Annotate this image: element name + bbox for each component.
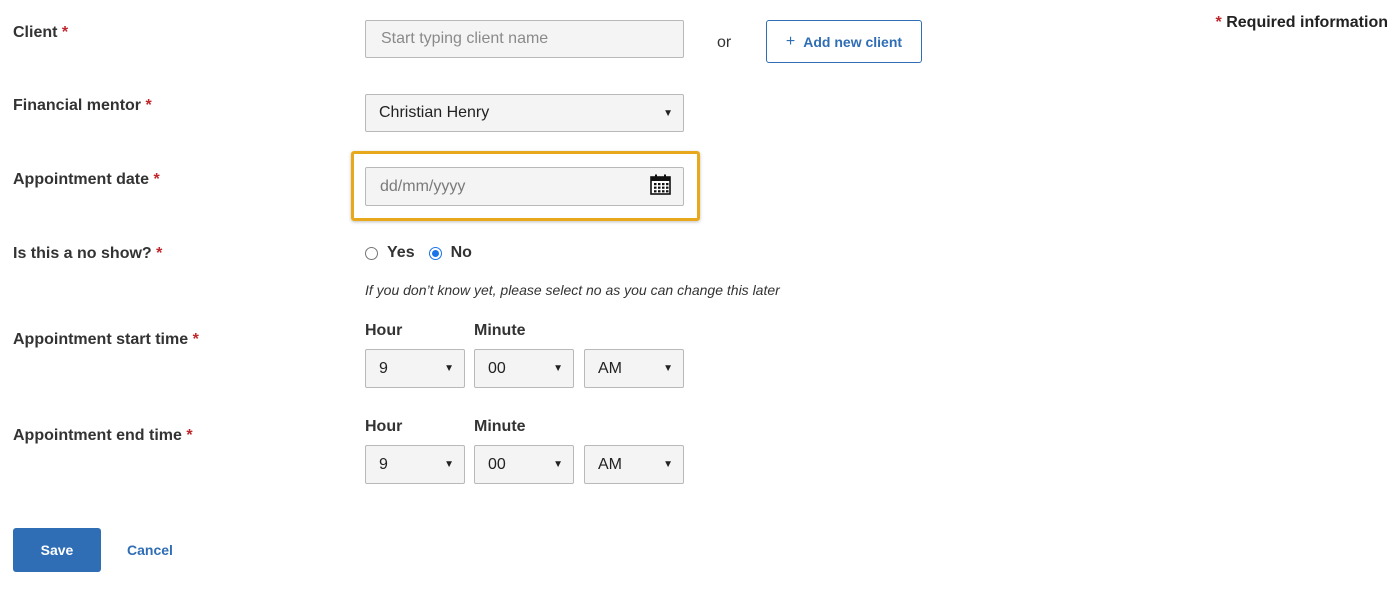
end-hour-value: 9 [379, 455, 388, 473]
calendar-icon[interactable] [650, 174, 671, 200]
required-info-text: Required information [1226, 14, 1388, 31]
appointment-date-input[interactable]: dd/mm/yyyy [365, 167, 684, 206]
radio-yes-label: Yes [387, 244, 415, 261]
no-show-hint: If you don’t know yet, please select no … [365, 282, 780, 298]
required-info-note: * Required information [1216, 14, 1388, 32]
client-label: Client * [13, 24, 68, 42]
caret-down-icon: ▼ [444, 363, 454, 374]
financial-mentor-select[interactable]: Christian Henry ▼ [365, 94, 684, 132]
caret-down-icon: ▼ [553, 363, 563, 374]
client-search-field[interactable] [365, 20, 684, 58]
radio-no[interactable] [428, 246, 442, 260]
radio-yes[interactable] [365, 246, 378, 260]
end-time-label: Appointment end time * [13, 427, 193, 445]
add-new-client-button[interactable]: + Add new client [766, 20, 922, 63]
end-ampm-select[interactable]: AM ▼ [584, 445, 684, 484]
financial-mentor-label-text: Financial mentor [13, 97, 142, 114]
plus-icon: + [785, 32, 796, 50]
appointment-date-label-text: Appointment date [13, 171, 149, 188]
start-hour-label: Hour [365, 322, 403, 339]
end-time-label-text: Appointment end time [13, 427, 182, 444]
end-minute-label: Minute [474, 418, 526, 435]
financial-mentor-value: Christian Henry [379, 104, 490, 121]
required-star: * [192, 331, 199, 348]
add-new-client-label: Add new client [803, 33, 903, 50]
caret-down-icon: ▼ [444, 459, 454, 470]
caret-down-icon: ▼ [663, 459, 673, 470]
date-placeholder: dd/mm/yyyy [380, 177, 466, 195]
radio-no-label: No [450, 244, 472, 261]
start-hour-select[interactable]: 9 ▼ [365, 349, 465, 388]
no-show-label-text: Is this a no show? [13, 245, 152, 262]
client-label-text: Client [13, 24, 58, 41]
end-minute-value: 00 [488, 455, 506, 473]
end-minute-select[interactable]: 00 ▼ [474, 445, 574, 484]
caret-down-icon: ▼ [663, 107, 673, 119]
start-minute-value: 00 [488, 359, 506, 377]
start-hour-value: 9 [379, 359, 388, 377]
required-star: * [145, 97, 152, 114]
required-star: * [153, 171, 160, 188]
end-hour-select[interactable]: 9 ▼ [365, 445, 465, 484]
no-show-option-yes[interactable]: Yes [365, 244, 415, 262]
no-show-label: Is this a no show? * [13, 245, 162, 263]
client-search-input[interactable] [379, 29, 683, 49]
start-time-label: Appointment start time * [13, 331, 199, 349]
start-ampm-select[interactable]: AM ▼ [584, 349, 684, 388]
end-ampm-value: AM [598, 455, 622, 473]
start-time-label-text: Appointment start time [13, 331, 189, 348]
start-ampm-value: AM [598, 359, 622, 377]
start-minute-label: Minute [474, 322, 526, 339]
required-star: * [1215, 14, 1222, 31]
required-star: * [61, 24, 69, 41]
or-text: or [717, 34, 732, 51]
end-hour-label: Hour [365, 418, 403, 435]
appointment-date-label: Appointment date * [13, 171, 160, 189]
caret-down-icon: ▼ [663, 363, 673, 374]
financial-mentor-label: Financial mentor * [13, 97, 152, 115]
cancel-link[interactable]: Cancel [127, 542, 173, 558]
required-star: * [186, 427, 193, 444]
save-button[interactable]: Save [13, 528, 101, 572]
caret-down-icon: ▼ [553, 459, 563, 470]
required-star: * [156, 245, 163, 262]
start-minute-select[interactable]: 00 ▼ [474, 349, 574, 388]
no-show-option-no[interactable]: No [428, 244, 472, 262]
no-show-radio-group: Yes No [365, 244, 486, 262]
